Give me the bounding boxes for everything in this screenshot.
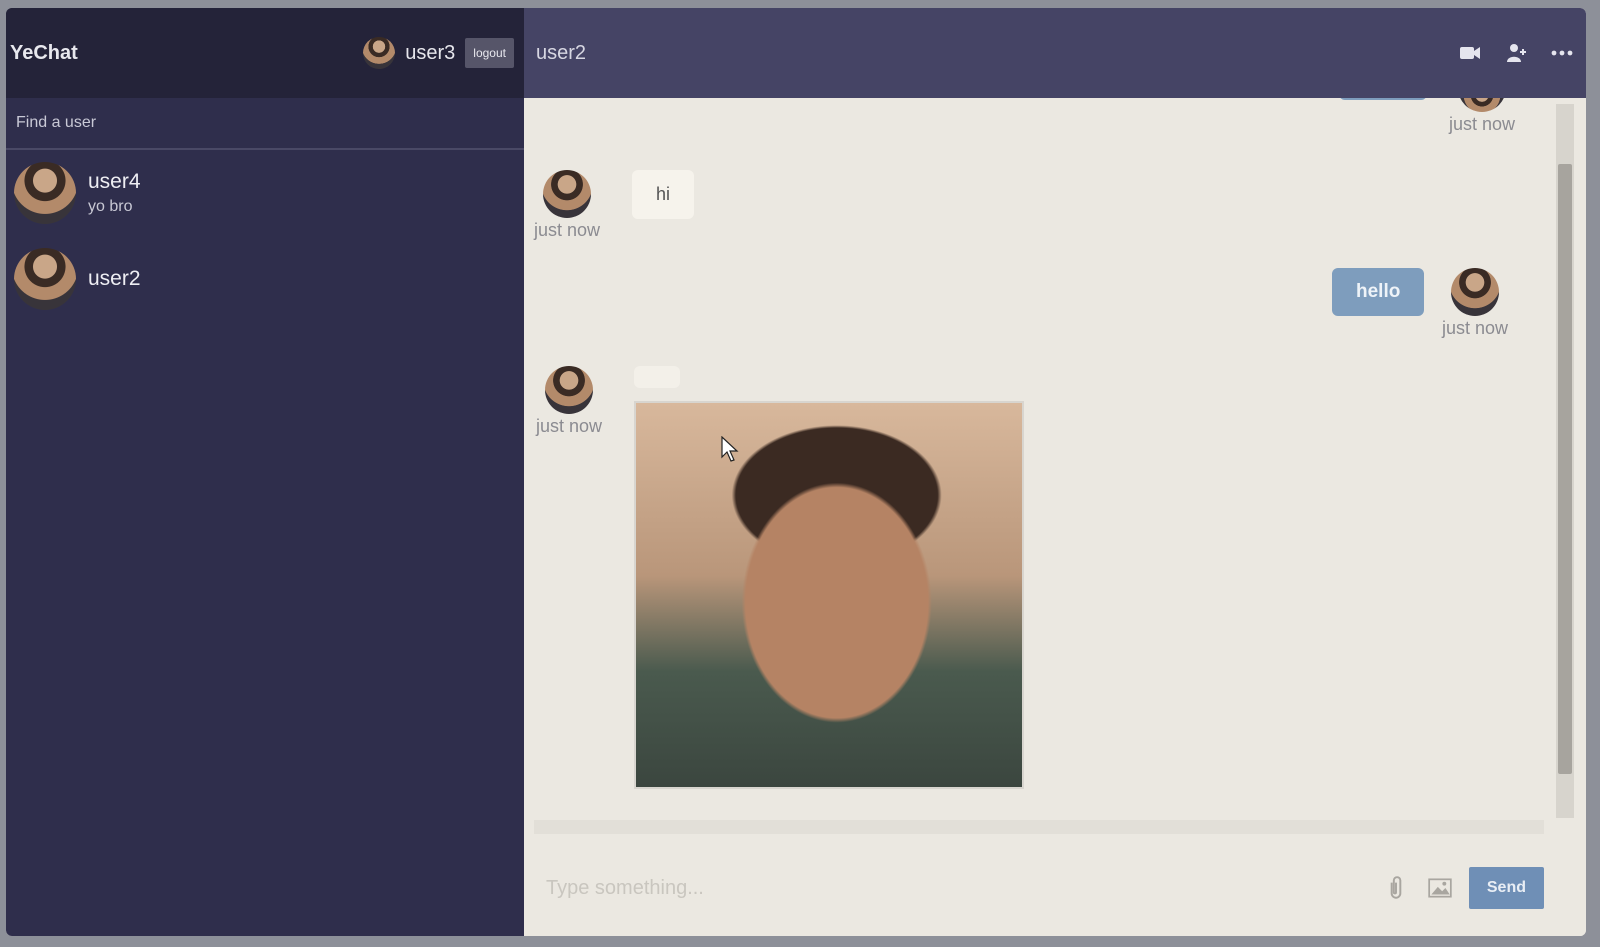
message-bubble-outgoing: hello [1332,268,1425,316]
contact-item-user2[interactable]: user2 [6,236,524,322]
contact-name: user4 [88,170,141,193]
user-search [6,98,524,150]
contact-name: user2 [88,267,141,290]
message-timestamp: just now [536,416,603,436]
current-user: user3 logout [363,37,514,69]
contact-item-user4[interactable]: user4 yo bro [6,150,524,236]
vertical-scrollbar[interactable] [1556,104,1574,818]
avatar [543,170,592,218]
avatar [545,366,594,414]
chat-peer-name: user2 [536,41,587,64]
message-meta: just now [1449,98,1515,135]
app-title: YeChat [10,41,78,64]
message-input[interactable] [544,875,1365,901]
more-icon[interactable] [1550,41,1574,65]
message-timestamp: just now [1442,318,1509,338]
app-window: YeChat user3 logout user4 yo bro user2 [6,8,1586,936]
chat-pane: user2 just now just now hi hello just no… [524,8,1586,936]
current-user-name: user3 [405,41,456,64]
avatar [1451,268,1500,316]
find-user-input[interactable] [14,113,418,133]
scrollbar-thumb[interactable] [1558,164,1572,774]
image-icon[interactable] [1427,875,1453,901]
avatar [14,248,76,310]
message-timestamp: just now [534,220,601,240]
message-meta: just now [534,170,600,241]
message-bubble-incoming: hi [632,170,695,219]
logout-button[interactable]: logout [465,38,514,68]
video-camera-icon[interactable] [1458,41,1482,65]
message-list[interactable]: just now just now hi hello just now just… [524,98,1554,820]
image-attachment[interactable] [634,401,1024,789]
message-meta: just now [536,366,602,437]
message-bubble-incoming [634,366,680,388]
sidebar-header: YeChat user3 logout [6,8,524,98]
message-timestamp: just now [1449,114,1516,134]
sidebar: YeChat user3 logout user4 yo bro user2 [6,8,524,936]
paperclip-icon[interactable] [1383,875,1409,901]
send-button[interactable]: Send [1468,867,1544,909]
current-user-avatar [363,37,396,69]
add-user-icon[interactable] [1504,41,1528,65]
chat-header: user2 [524,8,1586,98]
avatar [1458,98,1507,112]
message-composer: Send [524,840,1564,936]
message-meta: just now [1442,268,1508,339]
avatar [14,162,76,224]
message-bubble-outgoing [1339,98,1427,100]
horizontal-scrollbar[interactable] [534,820,1544,834]
contact-last-message: yo bro [88,198,133,215]
mouse-cursor-icon [721,436,739,462]
